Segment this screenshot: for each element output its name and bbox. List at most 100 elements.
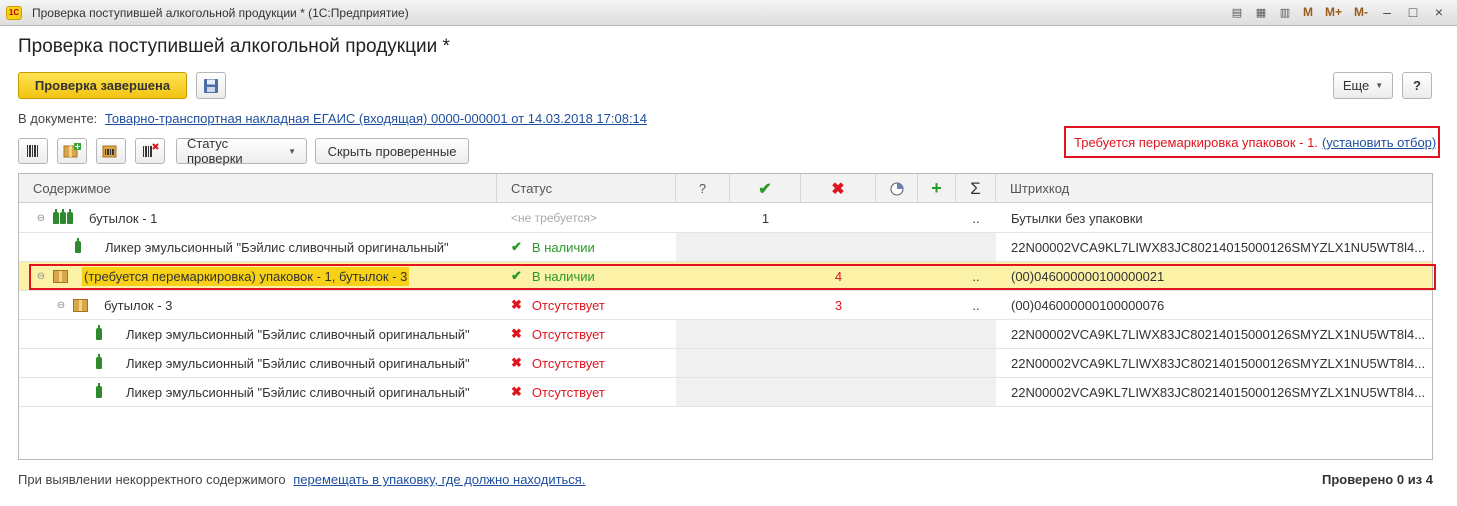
table-row[interactable]: Ликер эмульсионный "Бэйлис сливочный ори… bbox=[19, 320, 1432, 349]
row-status-text: Отсутствует bbox=[531, 355, 605, 371]
row-barcode: (00)046000000100000076 bbox=[1011, 297, 1165, 313]
memory-plus-button[interactable]: M+ bbox=[1322, 5, 1345, 19]
column-total[interactable]: Σ bbox=[956, 174, 996, 203]
row-total: .. bbox=[972, 297, 980, 313]
package-barcode-button[interactable] bbox=[96, 138, 126, 164]
row-counts-empty bbox=[676, 378, 996, 406]
row-barcode: 22N00002VCA9KL7LIWX83JC80214015000126SMY… bbox=[1011, 239, 1426, 255]
maximize-icon[interactable]: □ bbox=[1403, 3, 1423, 21]
package-barcode-icon bbox=[102, 145, 117, 158]
row-label: бутылок - 1 bbox=[89, 210, 158, 226]
bottle-icon bbox=[75, 238, 81, 253]
calendar-icon[interactable]: ▥ bbox=[1276, 3, 1294, 21]
chevron-down-icon: ▼ bbox=[288, 146, 296, 156]
memory-button[interactable]: M bbox=[1300, 5, 1316, 19]
row-barcode: Бутылки без упаковки bbox=[1011, 210, 1143, 226]
window-titlebar: 1С Проверка поступившей алкогольной прод… bbox=[0, 0, 1457, 26]
column-extra[interactable]: + bbox=[918, 174, 956, 203]
scan-barcode-button[interactable] bbox=[18, 138, 48, 164]
help-button[interactable]: ? bbox=[1402, 72, 1432, 99]
collapse-icon[interactable]: ⊖ bbox=[35, 213, 47, 224]
row-barcode: 22N00002VCA9KL7LIWX83JC80214015000126SMY… bbox=[1011, 384, 1426, 400]
remove-barcode-button[interactable] bbox=[135, 138, 165, 164]
print-icon[interactable]: ▤ bbox=[1228, 3, 1246, 21]
check-icon: ✔ bbox=[511, 239, 522, 254]
save-button[interactable] bbox=[196, 72, 226, 99]
page-title: Проверка поступившей алкогольной продукц… bbox=[18, 36, 450, 57]
move-to-package-link[interactable]: перемещать в упаковку, где должно находи… bbox=[293, 472, 585, 487]
column-partial[interactable] bbox=[876, 174, 918, 203]
cross-icon: ✖ bbox=[511, 326, 522, 341]
collapse-icon[interactable]: ⊖ bbox=[55, 300, 67, 311]
barcode-remove-icon bbox=[143, 143, 159, 157]
window-title: Проверка поступившей алкогольной продукц… bbox=[32, 5, 409, 20]
row-content: Ликер эмульсионный "Бэйлис сливочный ори… bbox=[75, 233, 495, 261]
grid-header: Содержимое Статус ? ✔ ✖ + Σ Штрихкод bbox=[19, 174, 1432, 203]
cross-icon: ✖ bbox=[511, 384, 522, 399]
column-unknown[interactable]: ? bbox=[676, 174, 730, 203]
column-status[interactable]: Статус bbox=[497, 174, 676, 203]
memory-minus-button[interactable]: M- bbox=[1351, 5, 1371, 19]
row-label: Ликер эмульсионный "Бэйлис сливочный ори… bbox=[126, 384, 470, 400]
row-total: .. bbox=[972, 210, 980, 226]
row-found-count: 1 bbox=[761, 210, 770, 226]
barcode-icon bbox=[27, 145, 38, 157]
set-filter-link[interactable]: (установить отбор) bbox=[1322, 135, 1436, 150]
add-package-button[interactable] bbox=[57, 138, 87, 164]
document-reference: В документе: Товарно-транспортная наклад… bbox=[18, 111, 647, 126]
row-status: <не требуется> bbox=[511, 211, 597, 225]
table-row[interactable]: Ликер эмульсионный "Бэйлис сливочный ори… bbox=[19, 233, 1432, 262]
row-counts-empty bbox=[676, 233, 996, 261]
cross-icon: ✖ bbox=[511, 355, 522, 370]
row-content: Ликер эмульсионный "Бэйлис сливочный ори… bbox=[96, 349, 496, 377]
row-status: ✖ Отсутствует bbox=[511, 320, 671, 348]
column-found[interactable]: ✔ bbox=[730, 174, 801, 203]
minimize-icon[interactable]: – bbox=[1377, 3, 1397, 21]
floppy-disk-icon bbox=[204, 78, 218, 93]
hide-checked-button[interactable]: Скрыть проверенные bbox=[315, 138, 469, 164]
row-status-text: Отсутствует bbox=[531, 297, 605, 313]
row-missing-count: 3 bbox=[834, 297, 843, 313]
row-content: ⊖ бутылок - 3 bbox=[55, 291, 495, 319]
chevron-down-icon: ▼ bbox=[1375, 81, 1384, 90]
cross-icon: ✖ bbox=[831, 180, 845, 198]
row-label: Ликер эмульсионный "Бэйлис сливочный ори… bbox=[126, 326, 470, 342]
plus-icon: + bbox=[931, 178, 942, 198]
relabel-warning: Требуется перемаркировка упаковок - 1. (… bbox=[1064, 126, 1440, 158]
row-label: Ликер эмульсионный "Бэйлис сливочный ори… bbox=[105, 239, 449, 255]
row-label: Ликер эмульсионный "Бэйлис сливочный ори… bbox=[126, 355, 470, 371]
highlight-frame bbox=[29, 264, 1436, 290]
check-status-label: Статус проверки bbox=[187, 136, 243, 166]
column-barcode[interactable]: Штрихкод bbox=[996, 174, 1432, 203]
check-status-dropdown[interactable]: Статус проверки ▼ bbox=[176, 136, 307, 166]
row-content: ⊖ бутылок - 1 bbox=[35, 204, 495, 232]
bottle-icon bbox=[96, 325, 102, 340]
finish-check-button[interactable]: Проверка завершена bbox=[18, 72, 187, 99]
row-counts-empty bbox=[676, 320, 996, 348]
row-barcode: 22N00002VCA9KL7LIWX83JC80214015000126SMY… bbox=[1011, 355, 1426, 371]
relabel-warning-text: Требуется перемаркировка упаковок - 1. bbox=[1074, 134, 1318, 150]
close-icon[interactable]: × bbox=[1429, 3, 1449, 21]
more-button[interactable]: Еще ▼ bbox=[1333, 72, 1393, 99]
table-row[interactable]: Ликер эмульсионный "Бэйлис сливочный ори… bbox=[19, 349, 1432, 378]
footer-hint: При выявлении некорректного содержимого … bbox=[18, 472, 585, 487]
document-prefix: В документе: bbox=[18, 111, 98, 126]
document-link[interactable]: Товарно-транспортная накладная ЕГАИС (вх… bbox=[105, 111, 647, 126]
row-content: Ликер эмульсионный "Бэйлис сливочный ори… bbox=[96, 378, 496, 406]
footer-hint-text: При выявлении некорректного содержимого bbox=[18, 472, 286, 487]
row-barcode: 22N00002VCA9KL7LIWX83JC80214015000126SMY… bbox=[1011, 326, 1426, 342]
table-row[interactable]: ⊖ бутылок - 1 <не требуется> 1 .. Бутылк… bbox=[19, 204, 1432, 233]
check-icon: ✔ bbox=[758, 180, 772, 198]
table-row[interactable]: Ликер эмульсионный "Бэйлис сливочный ори… bbox=[19, 378, 1432, 407]
bottles-group-icon bbox=[53, 209, 73, 224]
calculator-icon[interactable]: ▦ bbox=[1252, 3, 1270, 21]
table-row[interactable]: ⊖ бутылок - 3 ✖ Отсутствует 3 .. (00)046… bbox=[19, 291, 1432, 320]
column-content[interactable]: Содержимое bbox=[19, 174, 497, 203]
row-status: ✖ Отсутствует bbox=[511, 349, 671, 377]
row-status-text: Отсутствует bbox=[531, 384, 605, 400]
more-label: Еще bbox=[1342, 78, 1370, 93]
bottle-icon bbox=[96, 354, 102, 369]
column-missing[interactable]: ✖ bbox=[801, 174, 876, 203]
app-logo-icon: 1С bbox=[6, 5, 22, 20]
row-status: ✖ Отсутствует bbox=[511, 378, 671, 406]
